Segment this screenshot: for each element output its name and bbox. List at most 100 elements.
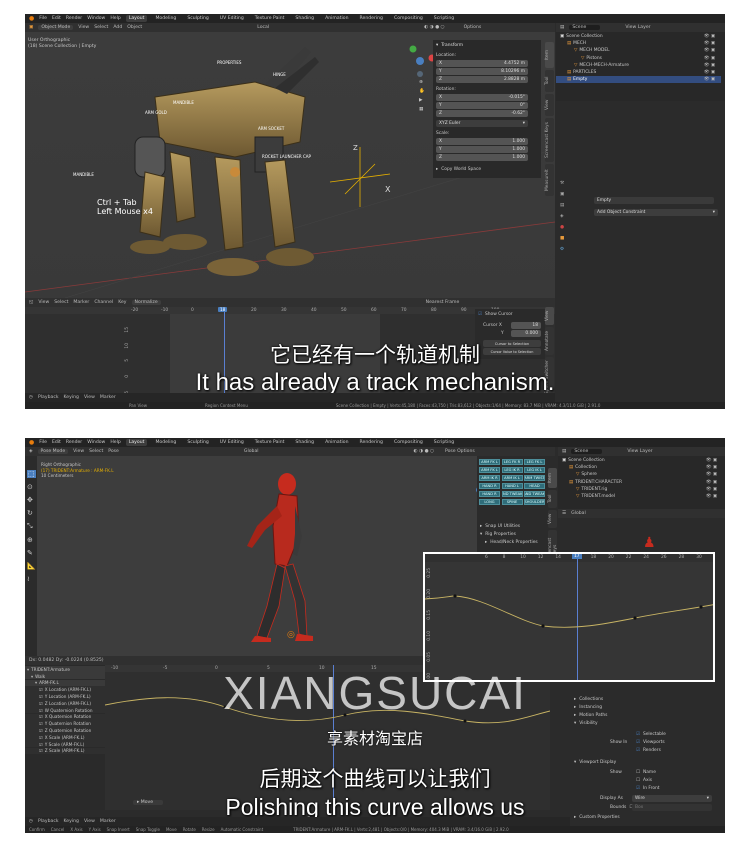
rig-picker-button[interactable]: ARM FK L — [479, 459, 500, 465]
head-neck-properties-panel[interactable]: ▸ Head/Neck Properties — [485, 539, 538, 546]
transform-panel-title[interactable]: ▾ Transform — [436, 42, 463, 49]
tab-uv-editing[interactable]: UV Editing — [217, 439, 247, 446]
3d-viewport[interactable]: User Orthographic (18) Scene Collection … — [25, 32, 555, 298]
rig-picker-button[interactable]: HAND TWEAK L — [524, 491, 545, 497]
visibility-eye-icon[interactable]: 👁 ▣ — [704, 77, 715, 82]
select-box-icon[interactable]: ⬚ — [27, 470, 36, 478]
rig-picker-button[interactable]: HAND R — [479, 491, 500, 497]
outliner-item[interactable]: ▤ TRIDENT:CHARACTER 👁 ▣ — [558, 479, 723, 486]
menu-view[interactable]: View — [84, 819, 95, 824]
object-name-field[interactable]: Empty — [594, 197, 714, 204]
rig-picker-button[interactable]: HAND R — [479, 483, 500, 489]
tab-shading[interactable]: Shading — [292, 439, 317, 446]
rig-picker-button[interactable]: ARM TWIST — [524, 475, 545, 481]
scene-icon[interactable]: ◈ — [560, 214, 564, 219]
rig-picker-button[interactable]: SPINE — [501, 499, 523, 505]
view-layer-dropdown[interactable]: View Layer — [625, 25, 650, 30]
menu-render[interactable]: Render — [66, 16, 82, 21]
tab-layout[interactable]: Layout — [125, 15, 148, 22]
menu-view[interactable]: View — [78, 25, 89, 30]
annotate-icon[interactable]: ✎ — [27, 549, 36, 557]
add-object-constraint-dropdown[interactable]: Add Object Constraint ▾ — [594, 209, 718, 216]
cursor-icon[interactable]: ⊙ — [27, 483, 36, 491]
tab-screencast-keys[interactable]: Screencast Keys — [545, 118, 554, 162]
normalize-toggle[interactable]: Normalize — [131, 300, 161, 305]
visibility-eye-icon[interactable]: 👁 ▣ — [706, 458, 717, 463]
menu-marker[interactable]: Marker — [100, 819, 116, 824]
tab-scripting[interactable]: Scripting — [431, 439, 457, 446]
outliner-item[interactable]: ▽ Sphere 👁 ▣ — [558, 471, 723, 478]
menu-select[interactable]: Select — [94, 25, 108, 30]
tab-compositing[interactable]: Compositing — [391, 15, 426, 22]
transform-icon[interactable]: ⊕ — [27, 536, 36, 544]
cursor-y-field[interactable]: 0.000 — [511, 330, 541, 337]
tab-compositing[interactable]: Compositing — [391, 439, 426, 446]
outliner-item[interactable]: ▤ Collection 👁 ▣ — [558, 464, 723, 471]
zoom-icon[interactable]: ⊕ — [419, 80, 425, 85]
rotate-icon[interactable]: ↻ — [27, 509, 36, 517]
tab-sculpting[interactable]: Sculpting — [184, 439, 211, 446]
transform-global-dropdown[interactable]: Global — [571, 511, 586, 516]
tab-rendering[interactable]: Rendering — [357, 15, 386, 22]
rig-picker-button[interactable]: LEG FK R — [501, 459, 523, 465]
display-mode-icon[interactable]: ▤ — [562, 449, 566, 454]
display-mode-icon[interactable]: ▤ — [560, 25, 564, 30]
tab-measureit[interactable]: MeasureIt — [545, 164, 554, 196]
camera-icon[interactable]: ▶ — [419, 98, 425, 103]
menu-playback[interactable]: Playback — [38, 395, 59, 400]
overlay-icons[interactable]: ◐ ◑ ● ○ — [414, 449, 434, 454]
bone-relax-icon[interactable]: ≀ — [27, 575, 36, 583]
scale-x-field[interactable]: X 1.000 — [436, 138, 528, 145]
tab-rendering[interactable]: Rendering — [357, 439, 386, 446]
visibility-eye-icon[interactable]: 👁 ▣ — [706, 480, 717, 485]
world-icon[interactable]: ● — [560, 225, 564, 230]
3d-viewport[interactable]: Right Orthographic (17) TRIDENT:Armature… — [37, 456, 477, 656]
outliner-item[interactable]: ▽ Pistons 👁 ▣ — [556, 55, 721, 62]
visibility-eye-icon[interactable]: 👁 ▣ — [704, 70, 715, 75]
menu-view[interactable]: View — [84, 395, 95, 400]
tab-texture-paint[interactable]: Texture Paint — [252, 15, 288, 22]
menu-edit[interactable]: Edit — [52, 16, 61, 21]
outliner-search[interactable]: Scene — [569, 25, 601, 30]
select-tool-icon[interactable]: ▣ — [29, 25, 33, 30]
tool-icon[interactable]: ⚒ — [560, 181, 564, 186]
scale-icon[interactable]: ⤡ — [27, 522, 36, 531]
rotation-z-field[interactable]: Z -0.62° — [436, 110, 528, 117]
rotation-y-field[interactable]: Y 0° — [436, 102, 528, 109]
properties-editor-icon[interactable]: ☰ — [562, 511, 566, 516]
menu-select[interactable]: Select — [54, 300, 68, 305]
mode-dropdown[interactable]: Object Mode — [38, 25, 74, 30]
cursor-x-field[interactable]: 18 — [511, 322, 541, 329]
tab-view[interactable]: View — [545, 94, 554, 116]
outliner-item[interactable]: ▽ MECH MODEL 👁 ▣ — [556, 47, 721, 54]
tab-uv-editing[interactable]: UV Editing — [217, 15, 247, 22]
menu-help[interactable]: Help — [110, 440, 120, 445]
rig-properties-panel[interactable]: ▾ Rig Properties — [480, 531, 516, 538]
menu-select[interactable]: Select — [89, 449, 103, 454]
output-icon[interactable]: ▤ — [560, 203, 564, 208]
visibility-eye-icon[interactable]: 👁 ▣ — [706, 465, 717, 470]
pivot-dropdown[interactable]: Nearest Frame — [426, 300, 460, 305]
rig-picker-button[interactable]: HAND TWEAK R — [501, 491, 523, 497]
constraint-icon[interactable]: ⚙ — [560, 247, 564, 252]
scale-y-field[interactable]: Y 1.000 — [436, 146, 528, 153]
rig-picker-button[interactable]: LEG IK R — [501, 467, 523, 473]
tab-item[interactable]: Item — [545, 42, 554, 68]
channel-visibility-icon[interactable]: ☑ — [39, 748, 43, 753]
tab-tool[interactable]: Tool — [545, 70, 554, 92]
move-icon[interactable]: ✥ — [27, 496, 36, 504]
tab-item[interactable]: Item — [548, 468, 557, 488]
outliner-item[interactable]: ▤ PARTICLES 👁 ▣ — [556, 69, 721, 76]
options-dropdown[interactable]: Options — [464, 25, 482, 30]
blender-logo-icon[interactable]: ● — [29, 15, 34, 22]
show-cursor-checkbox[interactable]: ☑ Show Cursor — [478, 311, 513, 318]
editor-type-icon[interactable]: ◱ — [29, 300, 33, 305]
menu-file[interactable]: File — [39, 440, 47, 445]
visibility-eye-icon[interactable]: 👁 ▣ — [706, 487, 717, 492]
rig-picker-button[interactable]: LEG IK L — [524, 467, 545, 473]
measure-icon[interactable]: 📐 — [27, 562, 36, 570]
visibility-eye-icon[interactable]: 👁 ▣ — [704, 48, 715, 53]
menu-keying[interactable]: Keying — [64, 819, 79, 824]
menu-channel[interactable]: Channel — [94, 300, 113, 305]
menu-playback[interactable]: Playback — [38, 819, 59, 824]
